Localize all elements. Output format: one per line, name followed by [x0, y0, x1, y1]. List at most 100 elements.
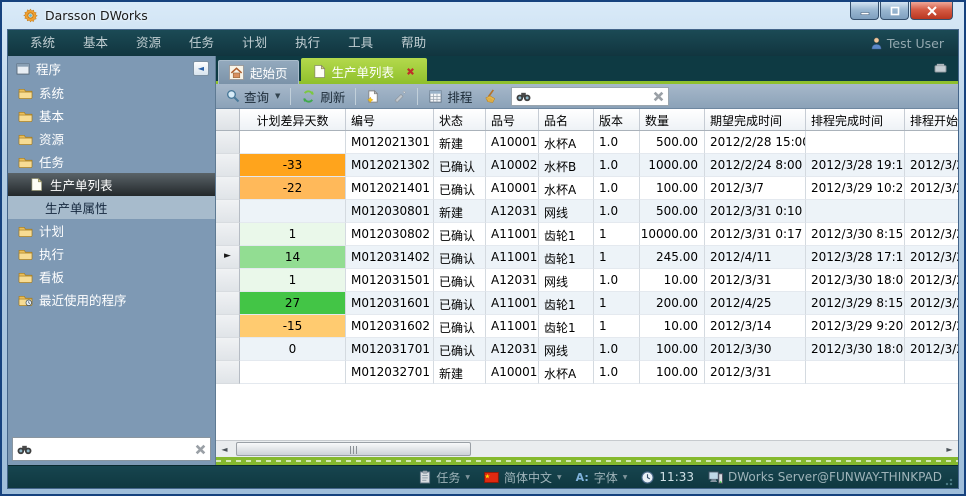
cell-expect[interactable]: 2012/3/31 0:17 — [705, 223, 806, 246]
sidebar-item-3[interactable]: 任务 — [8, 150, 215, 173]
cell-item_name[interactable]: 网线 — [539, 269, 594, 292]
table-row[interactable]: -15M012031602已确认A11001齿轮1110.002012/3/14… — [216, 315, 958, 338]
tab-start-page[interactable]: 起始页 — [218, 60, 299, 84]
column-header-no[interactable]: 编号 — [346, 109, 434, 130]
cell-sched_end[interactable]: 2012/3/28 19:10 — [806, 154, 905, 177]
table-row[interactable]: -33M012021302已确认A10002水杯B1.01000.002012/… — [216, 154, 958, 177]
cell-qty[interactable]: 10.00 — [640, 269, 705, 292]
column-header-expect[interactable]: 期望完成时间 — [705, 109, 806, 130]
cell-version[interactable]: 1.0 — [594, 200, 640, 223]
table-row[interactable]: 27M012031601已确认A11001齿轮11200.002012/4/25… — [216, 292, 958, 315]
cell-qty[interactable]: 100.00 — [640, 338, 705, 361]
cell-sched_start[interactable]: 2012/3/29 17:46 — [905, 338, 958, 361]
cell-version[interactable]: 1.0 — [594, 269, 640, 292]
cell-item_name[interactable]: 网线 — [539, 200, 594, 223]
cell-status[interactable]: 新建 — [434, 131, 486, 154]
horizontal-scrollbar[interactable]: ◄ ► — [216, 440, 958, 457]
cell-status[interactable]: 已确认 — [434, 292, 486, 315]
menu-item-2[interactable]: 资源 — [122, 30, 175, 56]
cell-expect[interactable]: 2012/4/11 — [705, 246, 806, 269]
cell-qty[interactable]: 10000.00 — [640, 223, 705, 246]
refresh-button[interactable]: 刷新 — [297, 86, 349, 107]
scrollbar-thumb[interactable] — [236, 442, 471, 456]
table-filter-clear-icon[interactable] — [653, 91, 664, 102]
status-language-dropdown[interactable]: 简体中文 ▼ — [484, 469, 562, 486]
menu-item-4[interactable]: 计划 — [228, 30, 281, 56]
cell-expect[interactable]: 2012/3/31 0:10 — [705, 200, 806, 223]
sidebar-search-input[interactable] — [36, 442, 191, 456]
cell-no[interactable]: M012031501 — [346, 269, 434, 292]
menu-item-7[interactable]: 帮助 — [387, 30, 440, 56]
query-dropdown-icon[interactable]: ▼ — [275, 92, 280, 100]
table-filter-input[interactable] — [535, 89, 649, 103]
cell-diff[interactable]: -15 — [240, 315, 346, 338]
cell-status[interactable]: 已确认 — [434, 177, 486, 200]
column-header-version[interactable]: 版本 — [594, 109, 640, 130]
cell-item_no[interactable]: A11001 — [486, 315, 539, 338]
schedule-button[interactable]: 排程 — [424, 86, 476, 107]
cell-qty[interactable]: 500.00 — [640, 131, 705, 154]
cell-sched_end[interactable] — [806, 131, 905, 154]
resize-grip[interactable] — [945, 476, 955, 486]
cell-status[interactable]: 已确认 — [434, 315, 486, 338]
cell-no[interactable]: M012031602 — [346, 315, 434, 338]
sidebar-item-4[interactable]: 生产单列表 — [8, 173, 215, 196]
cell-expect[interactable]: 2012/3/31 — [705, 361, 806, 384]
new-order-button[interactable] — [362, 86, 385, 107]
cell-expect[interactable]: 2012/4/25 — [705, 292, 806, 315]
cell-qty[interactable]: 200.00 — [640, 292, 705, 315]
cell-item_no[interactable]: A10001 — [486, 361, 539, 384]
cell-sched_start[interactable]: 2012/3/28 10:52 — [905, 246, 958, 269]
tab-production-order-list[interactable]: 生产单列表 — [301, 58, 428, 84]
cell-qty[interactable]: 10.00 — [640, 315, 705, 338]
query-button[interactable]: 查询 ▼ — [222, 86, 284, 107]
cell-expect[interactable]: 2012/3/14 — [705, 315, 806, 338]
column-header-item_name[interactable]: 品名 — [539, 109, 594, 130]
cell-diff[interactable] — [240, 131, 346, 154]
cell-sched_end[interactable]: 2012/3/29 10:20 — [806, 177, 905, 200]
sidebar-item-2[interactable]: 资源 — [8, 127, 215, 150]
cell-sched_start[interactable]: 2012/3/28 10:52 — [905, 154, 958, 177]
titlebar[interactable]: Darsson DWorks — [7, 2, 959, 29]
table-row[interactable]: 0M012031701已确认A12031网线1.0100.002012/3/30… — [216, 338, 958, 361]
cell-sched_end[interactable] — [806, 361, 905, 384]
cell-item_name[interactable]: 齿轮1 — [539, 223, 594, 246]
window-list-icon[interactable] — [933, 62, 948, 73]
cell-diff[interactable]: 1 — [240, 269, 346, 292]
maximize-button[interactable] — [880, 2, 909, 20]
cell-qty[interactable]: 100.00 — [640, 177, 705, 200]
table-row[interactable]: M012030801新建A12031网线1.0500.002012/3/31 0… — [216, 200, 958, 223]
menu-item-3[interactable]: 任务 — [175, 30, 228, 56]
sidebar-item-0[interactable]: 系统 — [8, 81, 215, 104]
cell-version[interactable]: 1.0 — [594, 361, 640, 384]
cell-expect[interactable]: 2012/2/28 15:00 — [705, 131, 806, 154]
table-row[interactable]: 1M012031501已确认A12031网线1.010.002012/3/312… — [216, 269, 958, 292]
menu-item-1[interactable]: 基本 — [69, 30, 122, 56]
column-header-sched_end[interactable]: 排程完成时间 — [806, 109, 905, 130]
cell-item_name[interactable]: 齿轮1 — [539, 315, 594, 338]
cell-item_name[interactable]: 水杯A — [539, 177, 594, 200]
cell-version[interactable]: 1.0 — [594, 131, 640, 154]
cell-sched_start[interactable] — [905, 361, 958, 384]
minimize-button[interactable] — [850, 2, 879, 20]
cell-sched_start[interactable]: 2012/3/28 17:13 — [905, 223, 958, 246]
close-button[interactable] — [910, 2, 953, 20]
cell-item_name[interactable]: 齿轮1 — [539, 292, 594, 315]
status-font-dropdown[interactable]: A: 字体 ▼ — [576, 469, 628, 486]
cell-item_no[interactable]: A11001 — [486, 223, 539, 246]
cell-qty[interactable]: 1000.00 — [640, 154, 705, 177]
cell-version[interactable]: 1.0 — [594, 154, 640, 177]
cell-sched_start[interactable] — [905, 131, 958, 154]
cell-version[interactable]: 1 — [594, 292, 640, 315]
table-row[interactable]: M012021301新建A10001水杯A1.0500.002012/2/28 … — [216, 131, 958, 154]
column-header-item_no[interactable]: 品号 — [486, 109, 539, 130]
cell-diff[interactable]: 1 — [240, 223, 346, 246]
cell-no[interactable]: M012021301 — [346, 131, 434, 154]
cell-item_name[interactable]: 齿轮1 — [539, 246, 594, 269]
menu-item-0[interactable]: 系统 — [16, 30, 69, 56]
cell-sched_start[interactable]: 2012/3/28 10:52 — [905, 269, 958, 292]
cell-sched_end[interactable]: 2012/3/28 17:13 — [806, 246, 905, 269]
cell-item_no[interactable]: A12031 — [486, 338, 539, 361]
edit-order-button[interactable] — [388, 86, 411, 107]
cell-diff[interactable]: -33 — [240, 154, 346, 177]
